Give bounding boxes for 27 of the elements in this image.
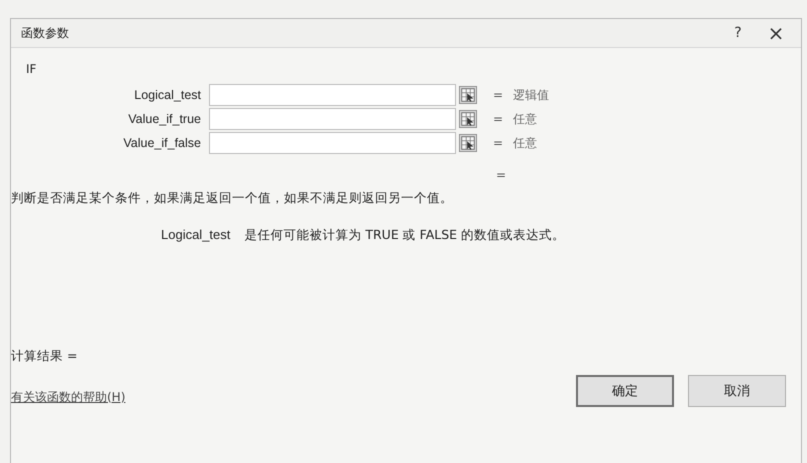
argument-result: 逻辑值	[513, 86, 550, 104]
range-select-icon[interactable]	[459, 86, 477, 104]
window-title: 函数参数	[21, 24, 70, 42]
close-button[interactable]: ×	[761, 21, 791, 45]
argument-label: Value_if_true	[127, 112, 202, 126]
cancel-button[interactable]: 取消	[688, 375, 786, 407]
argument-result: 任意	[513, 134, 538, 152]
formula-result: 计算结果 =	[11, 348, 78, 365]
argument-result: 任意	[513, 110, 538, 128]
help-button[interactable]: ?	[723, 25, 753, 41]
function-name: IF	[26, 62, 38, 76]
range-select-icon[interactable]	[459, 134, 477, 152]
range-select-icon[interactable]	[459, 110, 477, 128]
result-preview: =	[496, 168, 506, 182]
equals-sign: =	[493, 136, 504, 150]
input-field[interactable]	[209, 132, 456, 154]
equals-sign: =	[493, 88, 504, 102]
equals-sign: =	[493, 112, 504, 126]
argument-label: Value_if_false	[122, 136, 202, 150]
argument-name: Logical_test	[161, 227, 230, 244]
argument-label: Logical_test	[133, 88, 202, 102]
argument-description: 是任何可能被计算为 TRUE 或 FALSE 的数值或表达式。	[244, 227, 566, 244]
ok-button[interactable]: 确定	[576, 375, 674, 407]
input-field[interactable]	[209, 84, 456, 106]
help-link[interactable]: 有关该函数的帮助(H)	[11, 388, 576, 406]
input-field[interactable]	[209, 108, 456, 130]
function-description: 判断是否满足某个条件，如果满足返回一个值，如果不满足则返回另一个值。	[11, 190, 454, 207]
